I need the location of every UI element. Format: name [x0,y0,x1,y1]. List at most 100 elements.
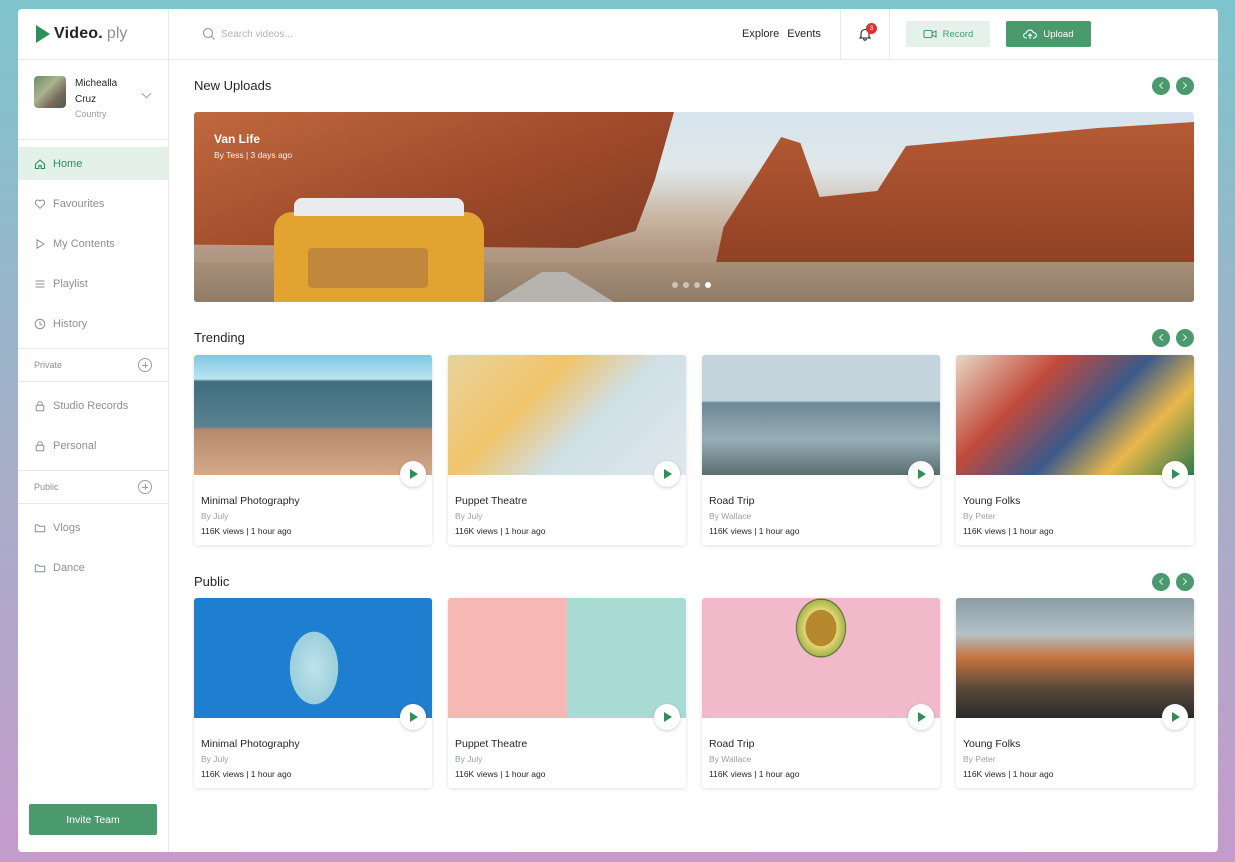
video-thumbnail [194,355,432,475]
video-camera-icon [923,29,937,39]
sidebar-item-studio-records[interactable]: Studio Records [18,389,168,422]
hero-image-cliff [714,122,1194,272]
hero-banner[interactable]: Van Life By Tess | 3 days ago [194,112,1194,302]
chevron-down-icon[interactable] [141,88,152,99]
upload-label: Upload [1043,28,1074,40]
lock-icon [34,400,46,412]
hero-image-van [274,198,484,302]
trending-title: Trending [194,330,245,345]
sidebar-item-vlogs[interactable]: Vlogs [18,511,168,544]
next-arrow-icon[interactable] [1176,329,1194,347]
video-title: Puppet Theatre [455,738,528,750]
sidebar-item-playlist[interactable]: Playlist [18,267,168,300]
video-author: By July [455,511,483,521]
public-title: Public [194,574,230,589]
video-card[interactable]: Young Folks By Peter 116K views | 1 hour… [956,598,1194,788]
prev-arrow-icon[interactable] [1152,77,1170,95]
video-views: 116K views [963,769,1006,779]
sidebar-item-label: Vlogs [53,521,81,534]
avatar [34,76,66,108]
sidebar-item-label: Playlist [53,277,88,290]
video-card[interactable]: Minimal Photography By July 116K views |… [194,355,432,545]
sidebar-item-home[interactable]: Home [18,147,168,180]
prev-arrow-icon[interactable] [1152,329,1170,347]
video-title: Young Folks [963,738,1021,750]
brand-suffix: ply [106,25,128,42]
play-icon[interactable] [654,461,680,487]
sidebar-item-my-contents[interactable]: My Contents [18,227,168,260]
sidebar-item-history[interactable]: History [18,307,168,340]
events-link[interactable]: Events [787,28,821,40]
clock-icon [34,318,46,330]
sidebar-item-personal[interactable]: Personal [18,429,168,462]
add-public-icon[interactable] [138,480,152,494]
next-arrow-icon[interactable] [1176,77,1194,95]
play-icon[interactable] [400,461,426,487]
video-thumbnail [702,598,940,718]
video-title: Minimal Photography [201,738,300,750]
play-icon[interactable] [908,461,934,487]
lock-icon [34,440,46,452]
trending-arrows [1152,329,1194,347]
video-card[interactable]: Road Trip By Wallace 116K views | 1 hour… [702,598,940,788]
add-private-icon[interactable] [138,358,152,372]
video-title: Road Trip [709,495,755,507]
video-meta: 116K views | 1 hour ago [201,769,292,779]
trending-cards: Minimal Photography By July 116K views |… [194,355,1194,545]
public-arrows [1152,573,1194,591]
search-input[interactable] [221,28,521,40]
video-meta: 116K views | 1 hour ago [455,526,546,536]
heart-icon [34,198,46,210]
play-icon[interactable] [400,704,426,730]
video-card[interactable]: Road Trip By Wallace 116K views | 1 hour… [702,355,940,545]
upload-button[interactable]: Upload [1005,21,1091,47]
carousel-dot[interactable] [683,282,689,288]
sidebar-item-label: History [53,317,88,330]
van-window [308,248,428,288]
video-time: 1 hour ago [1012,769,1054,779]
video-card[interactable]: Young Folks By Peter 116K views | 1 hour… [956,355,1194,545]
notifications-button[interactable]: 3 [841,9,889,60]
explore-link[interactable]: Explore [742,28,779,40]
video-card[interactable]: Minimal Photography By July 116K views |… [194,598,432,788]
video-thumbnail [956,355,1194,475]
play-icon[interactable] [908,704,934,730]
app-window: Video. ply Michealla Cruz Country Home F… [18,9,1218,852]
search-bar [202,27,742,41]
next-arrow-icon[interactable] [1176,573,1194,591]
sidebar-item-label: Favourites [53,197,105,210]
video-card[interactable]: Puppet Theatre By July 116K views | 1 ho… [448,598,686,788]
video-views: 116K views [455,769,498,779]
video-time: 1 hour ago [250,526,292,536]
play-icon[interactable] [1162,704,1188,730]
play-icon[interactable] [1162,461,1188,487]
hero-title: Van Life [214,132,261,146]
sidebar-item-favourites[interactable]: Favourites [18,187,168,220]
carousel-dot-active[interactable] [705,282,711,288]
logo[interactable]: Video. ply [18,9,168,60]
sidebar-item-dance[interactable]: Dance [18,551,168,584]
home-icon [34,158,46,170]
search-icon [202,27,215,40]
carousel-dot[interactable] [694,282,700,288]
video-author: By Peter [963,754,996,764]
new-uploads-arrows [1152,77,1194,95]
carousel-dots [672,282,711,288]
play-outline-icon [34,238,46,250]
video-thumbnail [194,598,432,718]
video-card[interactable]: Puppet Theatre By July 116K views | 1 ho… [448,355,686,545]
prev-arrow-icon[interactable] [1152,573,1170,591]
private-section-label: Private [34,360,63,370]
play-icon[interactable] [654,704,680,730]
brand-name: Video. [54,25,103,42]
carousel-dot[interactable] [672,282,678,288]
profile-menu[interactable]: Michealla Cruz Country [18,60,168,140]
invite-team-button[interactable]: Invite Team [29,804,157,835]
record-button[interactable]: Record [905,21,990,47]
video-title: Road Trip [709,738,755,750]
sidebar-item-label: Personal [53,439,97,452]
video-author: By Wallace [709,754,752,764]
video-time: 1 hour ago [504,526,546,536]
video-views: 116K views [455,526,498,536]
video-meta: 116K views | 1 hour ago [709,769,800,779]
